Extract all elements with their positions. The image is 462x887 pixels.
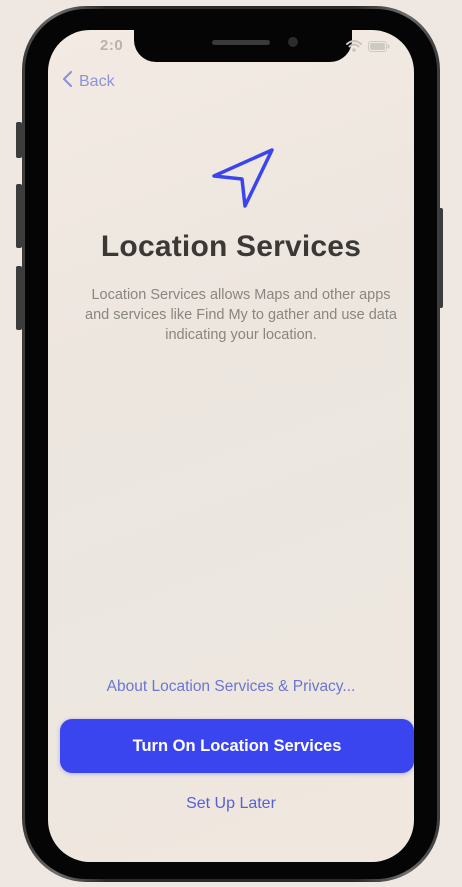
privacy-info-link[interactable]: About Location Services & Privacy... [48,678,414,696]
notch [134,30,352,62]
status-time: 2:0 [100,37,124,54]
set-up-later-link[interactable]: Set Up Later [48,795,414,813]
chevron-left-icon [62,70,73,93]
back-button[interactable]: Back [62,70,115,93]
location-arrow-icon [208,142,280,214]
speaker-grille [212,40,270,45]
battery-icon [368,40,390,52]
front-camera [288,37,298,47]
page-title: Location Services [100,230,362,263]
status-icons [346,40,390,52]
wifi-icon [346,40,362,52]
back-label: Back [79,72,115,90]
turn-on-location-button[interactable]: Turn On Location Services [60,719,414,773]
page-description: Location Services allows Maps and other … [85,287,397,343]
phone-screen: 2:0 Back Location Services Location Serv… [48,30,414,862]
